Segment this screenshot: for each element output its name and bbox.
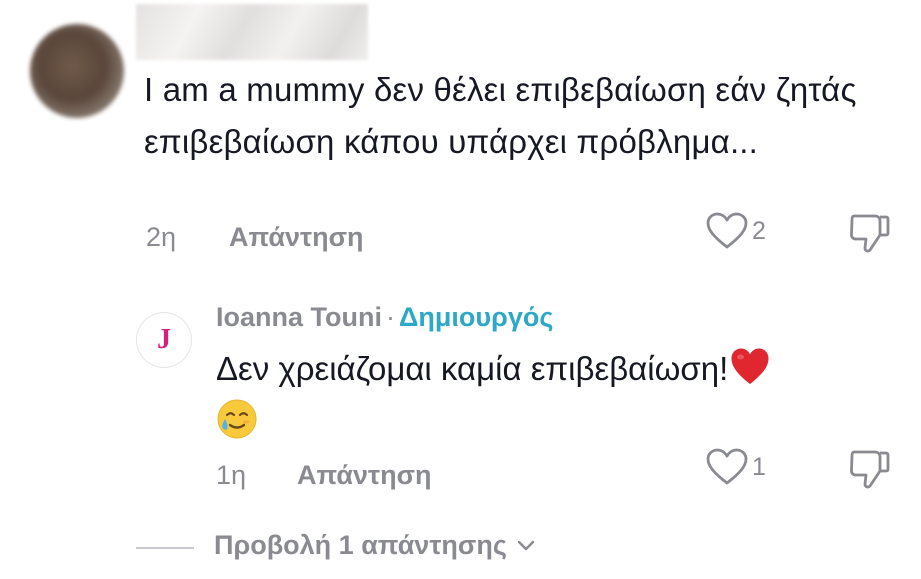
comment-like-button[interactable]: 2 (706, 212, 766, 250)
reply-reply-button[interactable]: Απάντηση (297, 460, 432, 491)
commenter-avatar[interactable] (30, 24, 124, 118)
reply-like-count: 1 (752, 452, 766, 481)
reply-avatar[interactable]: J (136, 312, 192, 368)
comment-like-count: 2 (752, 216, 766, 245)
reply-text-block: Δεν χρειάζομαι καμία επιβεβαίωση! (216, 343, 896, 447)
creator-badge: Δημιουργός (398, 302, 554, 332)
smiling-face-with-tear-emoji (216, 398, 258, 440)
reply-text: Δεν χρειάζομαι καμία επιβεβαίωση! (216, 350, 729, 387)
heart-outline-icon (706, 212, 748, 250)
reply-author-name[interactable]: Ioanna Touni (216, 302, 382, 332)
comment-dislike-button[interactable] (848, 212, 890, 254)
comment-timestamp: 2η (146, 222, 177, 252)
reply-separator: · (385, 302, 395, 332)
reply-like-button[interactable]: 1 (706, 448, 766, 486)
view-replies-label: Προβολή 1 απάντησης (214, 530, 507, 560)
thumbs-down-icon (848, 448, 890, 490)
reply-timestamp: 1η (216, 460, 247, 490)
thumbs-down-icon (848, 212, 890, 254)
comment-reply-button[interactable]: Απάντηση (229, 222, 364, 253)
red-heart-emoji (730, 347, 770, 387)
view-replies-divider (136, 547, 194, 549)
reply-dislike-button[interactable] (848, 448, 890, 490)
heart-outline-icon (706, 448, 748, 486)
view-replies-button[interactable]: Προβολή 1 απάντησης (214, 530, 535, 561)
commenter-name-redacted (136, 4, 368, 60)
chevron-down-icon (517, 540, 535, 552)
comment-text: I am a mummy δεν θέλει επιβεβαίωση εάν ζ… (144, 71, 857, 160)
reply-author-line: Ioanna Touni · Δημιουργός (216, 302, 553, 333)
reply-avatar-letter: J (157, 324, 171, 355)
